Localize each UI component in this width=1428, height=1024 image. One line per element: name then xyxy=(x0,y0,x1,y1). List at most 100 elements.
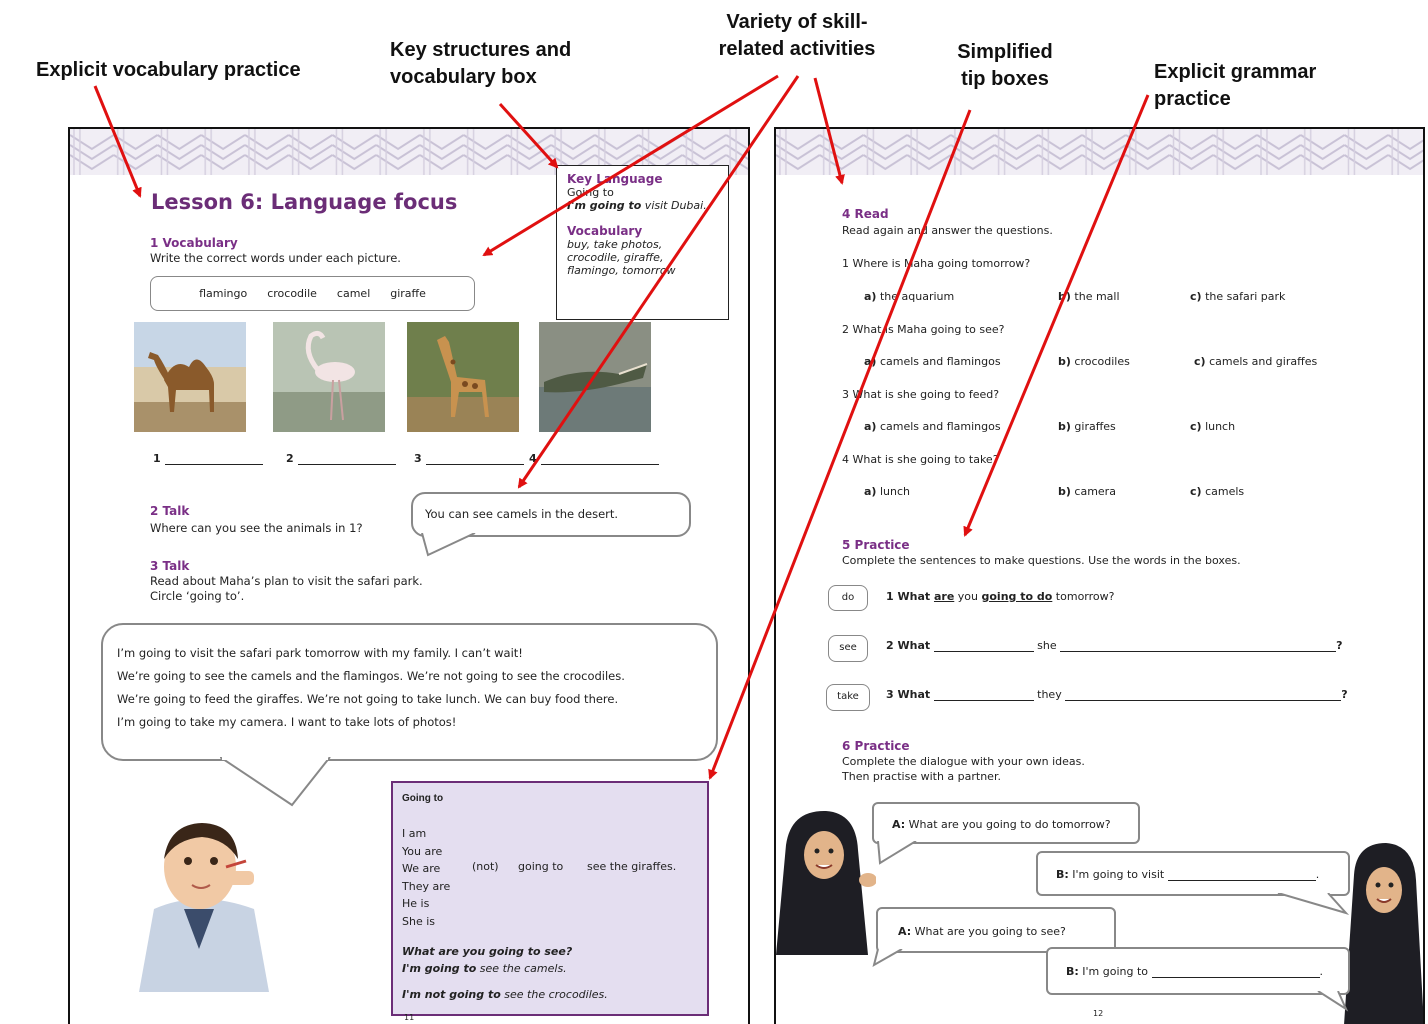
answer-number: 3 xyxy=(414,452,422,465)
section-3-title: 3 Talk xyxy=(150,559,190,573)
option-a[interactable]: a) camels and flamingos xyxy=(864,420,1001,433)
story-line: We’re going to feed the giraffes. We’re … xyxy=(117,692,619,706)
dialog-text: B: I'm going to visit . xyxy=(1056,868,1320,881)
dialog-tail xyxy=(1277,893,1350,915)
option-letter: a) xyxy=(864,290,877,303)
option-text: camels and flamingos xyxy=(879,420,1001,433)
callout-line: vocabulary box xyxy=(390,66,537,88)
option-c[interactable]: c) camels xyxy=(1190,485,1244,498)
key-language-example: I'm going to visit Dubai. xyxy=(567,199,718,212)
tip-subject: We are xyxy=(402,862,441,875)
callout-vocabulary-practice: Explicit vocabulary practice xyxy=(36,59,301,81)
sentence-text: they xyxy=(1037,688,1062,701)
answer-blank[interactable] xyxy=(1151,966,1320,978)
callout-line: Key structures and xyxy=(390,39,572,61)
tip-subject: You are xyxy=(402,844,443,858)
question-3: 3 What is she going to feed? xyxy=(842,388,1000,401)
option-text: camera xyxy=(1074,485,1116,498)
option-letter: a) xyxy=(864,420,877,433)
speech-tail xyxy=(421,533,476,557)
tip-answer-bold: I'm going to xyxy=(402,962,477,975)
section-2-title: 2 Talk xyxy=(150,504,190,518)
sentence-text: tomorrow? xyxy=(1052,590,1115,603)
camel-picture xyxy=(134,322,246,432)
vocabulary-heading: Vocabulary xyxy=(567,224,643,238)
option-text: the safari park xyxy=(1205,290,1286,303)
option-a[interactable]: a) camels and flamingos xyxy=(864,355,1001,368)
sentence-number: 1 What xyxy=(886,590,934,603)
option-c[interactable]: c) lunch xyxy=(1190,420,1235,433)
vocabulary-line: crocodile, giraffe, xyxy=(567,251,664,264)
option-text: lunch xyxy=(879,485,910,498)
option-text: crocodiles xyxy=(1074,355,1130,368)
practice-sentence-3: 3 What they ? xyxy=(886,688,1348,701)
speaker-label: A: xyxy=(892,818,906,831)
option-letter: b) xyxy=(1058,485,1071,498)
answer-line-2[interactable]: 2 xyxy=(286,452,396,465)
section-6-instruction: Complete the dialogue with your own idea… xyxy=(842,755,1085,768)
answer-blank[interactable] xyxy=(933,689,1034,701)
word-box-take: take xyxy=(826,684,870,711)
sentence-number: 3 What xyxy=(886,688,931,701)
answer-blank[interactable] xyxy=(164,453,263,465)
dialog-line: What are you going to see? xyxy=(911,925,1066,938)
option-letter: c) xyxy=(1190,485,1202,498)
tip-answer-rest: see the camels. xyxy=(476,962,567,975)
tip-question: What are you going to see? xyxy=(402,945,573,958)
answer-blank[interactable] xyxy=(1167,869,1316,881)
option-a[interactable]: a) lunch xyxy=(864,485,910,498)
option-letter: a) xyxy=(864,355,877,368)
tip-answer-2: I'm not going to see the crocodiles. xyxy=(402,988,608,1001)
tip-answer-rest: see the crocodiles. xyxy=(500,988,608,1001)
sentence-answer: going to do xyxy=(981,590,1053,603)
dialog-text: A: What are you going to do tomorrow? xyxy=(874,804,1138,831)
option-b[interactable]: b) crocodiles xyxy=(1058,355,1130,368)
sentence-answer: are xyxy=(933,590,955,603)
dialog-tail xyxy=(877,841,917,865)
answer-number: 2 xyxy=(286,452,294,465)
tip-subject: He is xyxy=(402,897,430,910)
word-box-do: do xyxy=(828,585,868,611)
dialog-tail xyxy=(872,949,903,968)
answer-blank[interactable] xyxy=(1060,640,1337,652)
answer-blank[interactable] xyxy=(425,453,524,465)
answer-line-1[interactable]: 1 xyxy=(153,452,263,465)
answer-blank[interactable] xyxy=(1065,689,1342,701)
option-c[interactable]: c) camels and giraffes xyxy=(1194,355,1317,368)
option-b[interactable]: b) giraffes xyxy=(1058,420,1116,433)
option-letter: c) xyxy=(1194,355,1206,368)
character-a-illustration xyxy=(776,805,877,955)
tip-subject: I am xyxy=(402,827,427,840)
option-letter: b) xyxy=(1058,355,1071,368)
page-number: 12 xyxy=(1093,1009,1104,1018)
tip-not: (not) xyxy=(472,860,499,873)
option-letter: c) xyxy=(1190,290,1202,303)
vocabulary-line: flamingo, tomorrow xyxy=(567,264,676,277)
tip-answer-1: I'm going to see the camels. xyxy=(402,962,567,975)
speaker-label: A: xyxy=(898,925,912,938)
option-b[interactable]: b) camera xyxy=(1058,485,1116,498)
answer-blank[interactable] xyxy=(933,640,1034,652)
answer-blank[interactable] xyxy=(297,453,396,465)
word-bank-item: camel xyxy=(336,287,371,300)
callout-grammar-practice: Explicit grammar practice xyxy=(1154,59,1316,113)
option-letter: b) xyxy=(1058,420,1071,433)
answer-line-4[interactable]: 4 xyxy=(529,452,659,465)
word-box-see: see xyxy=(828,635,868,662)
dialog-text: B: I'm going to . xyxy=(1066,965,1324,978)
option-text: giraffes xyxy=(1074,420,1116,433)
callout-variety-activities: Variety of skill- related activities xyxy=(704,9,890,63)
answer-blank[interactable] xyxy=(540,453,659,465)
question-4: 4 What is she going to take? xyxy=(842,453,999,466)
word-bank-item: giraffe xyxy=(390,287,426,300)
callout-line: practice xyxy=(1154,88,1231,110)
option-text: camels and giraffes xyxy=(1209,355,1318,368)
option-c[interactable]: c) the safari park xyxy=(1190,290,1285,303)
section-3-instruction: Circle ‘going to’. xyxy=(150,589,245,603)
sentence-end: ? xyxy=(1336,639,1343,652)
section-6-title: 6 Practice xyxy=(842,739,910,753)
dialog-bubble-a1: A: What are you going to do tomorrow? xyxy=(872,802,1140,844)
option-b[interactable]: b) the mall xyxy=(1058,290,1120,303)
option-a[interactable]: a) the aquarium xyxy=(864,290,954,303)
answer-line-3[interactable]: 3 xyxy=(414,452,524,465)
